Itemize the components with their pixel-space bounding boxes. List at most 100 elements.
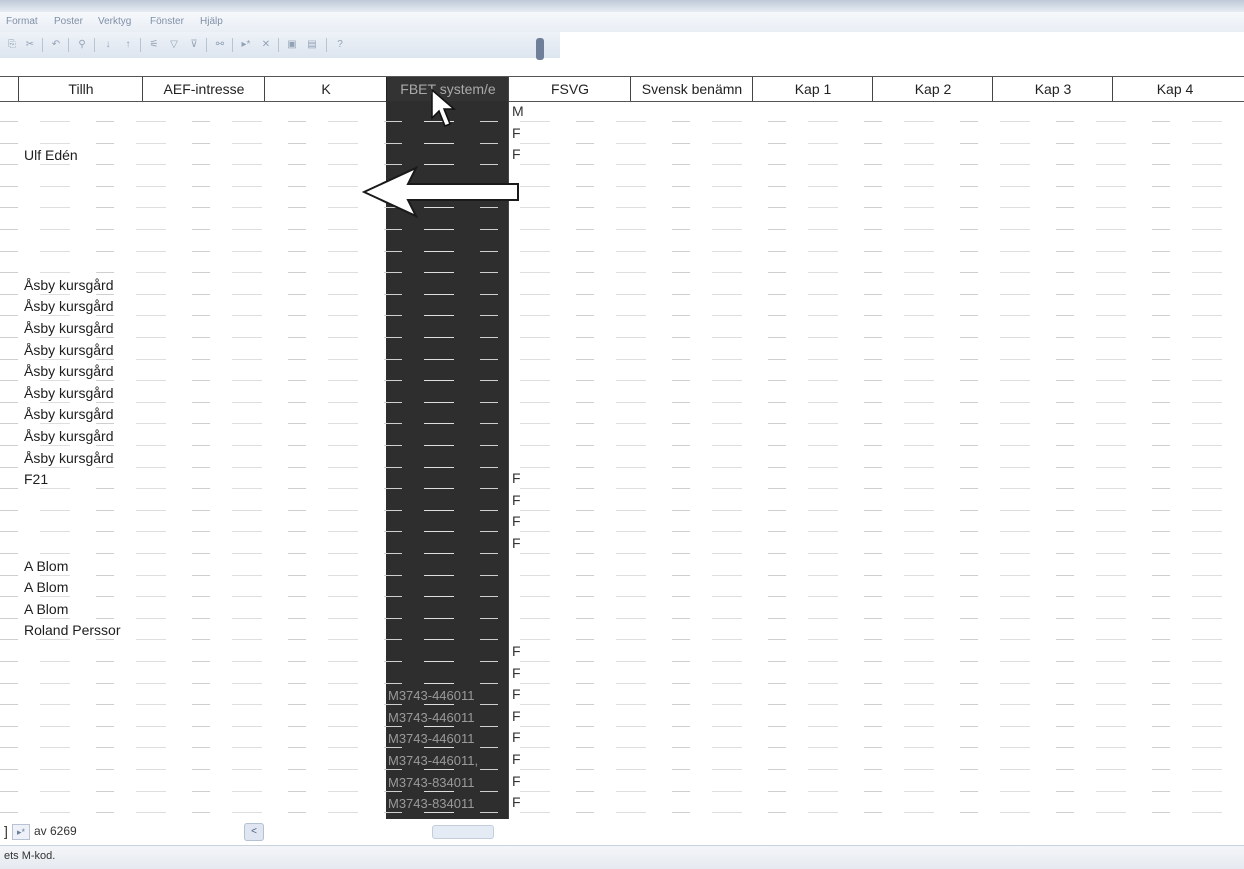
cell-fsvg-flag[interactable]: F bbox=[512, 729, 521, 745]
horizontal-scrollbar-thumb[interactable] bbox=[432, 825, 494, 839]
delete-record-icon[interactable]: ✕ bbox=[258, 38, 274, 52]
cell-tillh[interactable]: Åsby kursgård bbox=[24, 406, 113, 422]
cell-tillh[interactable]: Åsby kursgård bbox=[24, 320, 113, 336]
menu-item-fonster[interactable]: Fönster bbox=[150, 16, 184, 27]
window-icon[interactable]: ▣ bbox=[284, 38, 300, 52]
toolbar-grip[interactable] bbox=[536, 38, 544, 60]
column-header-tillh[interactable]: Tillh bbox=[18, 77, 143, 101]
column-header-k[interactable]: K bbox=[264, 77, 387, 101]
cell-tillh[interactable]: Åsby kursgård bbox=[24, 363, 113, 379]
binoculars-icon[interactable]: ⚯ bbox=[212, 38, 228, 52]
cut-icon[interactable]: ✂ bbox=[22, 38, 38, 52]
undo-icon[interactable]: ↶ bbox=[48, 38, 64, 52]
cell-fsvg-flag[interactable]: F bbox=[512, 535, 521, 551]
cell-tillh[interactable]: Åsby kursgård bbox=[24, 385, 113, 401]
cell-tillh[interactable]: Åsby kursgård bbox=[24, 298, 113, 314]
cell-fsvg-flag[interactable]: F bbox=[512, 686, 521, 702]
row-divider bbox=[0, 531, 1244, 532]
row-divider bbox=[0, 812, 1244, 813]
cell-fsvg-flag[interactable]: F bbox=[512, 773, 521, 789]
toolbar: ⎘ ✂ ↶ ⚲ ↓ ↑ ⚟ ▽ ⊽ ⚯ ▸* ✕ ▣ ▤ ? bbox=[0, 32, 560, 58]
cell-fsvg-flag[interactable]: F bbox=[512, 125, 521, 141]
toolbar-separator bbox=[278, 38, 279, 52]
cell-fsvg-flag[interactable]: F bbox=[512, 492, 521, 508]
new-record-icon[interactable]: ▸* bbox=[238, 38, 254, 52]
help-icon[interactable]: ? bbox=[332, 38, 348, 52]
filter-selection-icon[interactable]: ▽ bbox=[166, 38, 182, 52]
column-header-kap-1[interactable]: Kap 1 bbox=[752, 77, 873, 101]
menu-item-poster[interactable]: Poster bbox=[54, 16, 83, 27]
cell-tillh[interactable]: Åsby kursgård bbox=[24, 450, 113, 466]
row-divider bbox=[0, 791, 1244, 792]
cell-fbet-code[interactable]: M3743-834011 bbox=[388, 796, 506, 811]
toolbar-separator bbox=[326, 38, 327, 52]
row-divider bbox=[0, 467, 1244, 468]
sort-desc-icon[interactable]: ↑ bbox=[120, 38, 136, 52]
row-divider bbox=[0, 704, 1244, 705]
row-divider bbox=[0, 207, 1244, 208]
row-divider bbox=[0, 423, 1244, 424]
toolbar-separator bbox=[232, 38, 233, 52]
cell-tillh[interactable]: Åsby kursgård bbox=[24, 277, 113, 293]
row-divider bbox=[0, 380, 1244, 381]
cell-fsvg-flag[interactable]: F bbox=[512, 146, 521, 162]
apply-filter-icon[interactable]: ⊽ bbox=[186, 38, 202, 52]
cell-tillh[interactable]: Ulf Edén bbox=[24, 147, 78, 163]
cell-fbet-code[interactable]: M3743-834011 bbox=[388, 775, 506, 790]
row-divider bbox=[0, 445, 1244, 446]
sort-asc-icon[interactable]: ↓ bbox=[100, 38, 116, 52]
window-title-strip bbox=[0, 0, 1244, 12]
filter-icon[interactable]: ⚟ bbox=[146, 38, 162, 52]
column-header-aef-intresse[interactable]: AEF-intresse bbox=[142, 77, 265, 101]
menu-bar: Format Poster Verktyg Fönster Hjälp bbox=[0, 12, 1244, 32]
record-count: av 6269 bbox=[34, 824, 77, 838]
cell-fsvg-flag[interactable]: F bbox=[512, 470, 521, 486]
row-divider bbox=[0, 229, 1244, 230]
menu-item-verktyg[interactable]: Verktyg bbox=[98, 16, 131, 27]
cell-fsvg-flag[interactable]: F bbox=[512, 794, 521, 810]
row-divider bbox=[0, 553, 1244, 554]
new-record-button[interactable]: ▸* bbox=[12, 824, 30, 840]
cell-fsvg-flag[interactable]: F bbox=[512, 665, 521, 681]
cell-fsvg-flag[interactable]: F bbox=[512, 708, 521, 724]
toolbar-separator bbox=[68, 38, 69, 52]
cell-tillh[interactable]: A Blom bbox=[24, 558, 68, 574]
cell-fsvg-flag[interactable]: F bbox=[512, 643, 521, 659]
cell-tillh[interactable]: F21 bbox=[24, 471, 48, 487]
cell-fsvg-flag[interactable]: F bbox=[512, 513, 521, 529]
cell-fsvg-flag[interactable]: M bbox=[512, 103, 524, 119]
cell-fbet-code[interactable]: M3743-446011 bbox=[388, 710, 506, 725]
cell-fbet-code[interactable]: M3743-446011 bbox=[388, 731, 506, 746]
row-divider bbox=[0, 315, 1244, 316]
menu-item-hjalp[interactable]: Hjälp bbox=[200, 16, 223, 27]
find-icon[interactable]: ⚲ bbox=[74, 38, 90, 52]
cell-fbet-code[interactable]: M3743-446011, bbox=[388, 753, 506, 768]
cell-tillh[interactable]: Roland Perssor bbox=[24, 622, 121, 638]
row-divider bbox=[0, 726, 1244, 727]
column-header-kap-2[interactable]: Kap 2 bbox=[872, 77, 993, 101]
toolbar-separator bbox=[206, 38, 207, 52]
nav-bracket: ] bbox=[4, 823, 8, 839]
options-icon[interactable]: ▤ bbox=[304, 38, 320, 52]
cell-tillh[interactable]: Åsby kursgård bbox=[24, 428, 113, 444]
row-divider bbox=[0, 510, 1244, 511]
row-divider bbox=[0, 186, 1244, 187]
row-divider bbox=[0, 639, 1244, 640]
row-divider bbox=[0, 661, 1244, 662]
row-divider bbox=[0, 121, 1244, 122]
left-arrow-annotation bbox=[362, 165, 519, 219]
column-header-svensk-benamning[interactable]: Svensk benämn bbox=[630, 77, 753, 101]
column-header-kap-4[interactable]: Kap 4 bbox=[1112, 77, 1237, 101]
scroll-left-button[interactable]: < bbox=[244, 823, 264, 841]
cell-tillh[interactable]: A Blom bbox=[24, 601, 68, 617]
cell-tillh[interactable]: Åsby kursgård bbox=[24, 342, 113, 358]
column-header-fsvg[interactable]: FSVG bbox=[508, 77, 631, 101]
menu-item-format[interactable]: Format bbox=[6, 16, 38, 27]
row-divider bbox=[0, 164, 1244, 165]
cell-tillh[interactable]: A Blom bbox=[24, 579, 68, 595]
cell-fsvg-flag[interactable]: F bbox=[512, 751, 521, 767]
cell-fbet-code[interactable]: M3743-446011 bbox=[388, 688, 506, 703]
column-header-kap-3[interactable]: Kap 3 bbox=[992, 77, 1113, 101]
copy-icon[interactable]: ⎘ bbox=[4, 38, 20, 52]
toolbar-separator bbox=[42, 38, 43, 52]
